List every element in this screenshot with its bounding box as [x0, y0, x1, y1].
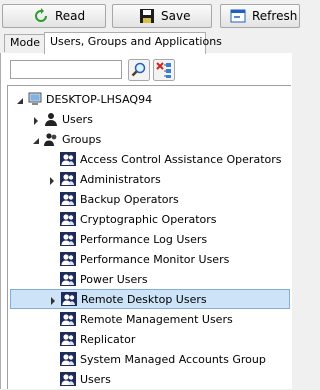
- tree-label-group: Remote Management Users: [80, 312, 233, 326]
- toolbar: Read Save Refresh: [0, 0, 300, 32]
- user-folder-icon: [43, 111, 59, 127]
- refresh-green-icon: [33, 8, 49, 24]
- tree-label-group: Backup Operators: [80, 192, 179, 206]
- group-icon: [59, 331, 77, 347]
- tree-label-group: Users: [80, 372, 111, 386]
- tree-node-users[interactable]: Users: [32, 109, 93, 129]
- tree-label-group: Cryptographic Operators: [80, 212, 217, 226]
- search-button[interactable]: [128, 59, 150, 81]
- tree-node-group[interactable]: Replicator: [48, 329, 135, 349]
- tree-label-group: Replicator: [80, 332, 136, 346]
- tree-label-group: Access Control Assistance Operators: [80, 152, 282, 166]
- tree-node-group[interactable]: System Managed Accounts Group: [48, 349, 266, 369]
- refresh-label: Refresh: [252, 9, 298, 23]
- group-icon: [59, 351, 77, 367]
- clear-filter-button[interactable]: [153, 59, 175, 81]
- tab-mode[interactable]: Mode: [4, 34, 45, 52]
- tree-label-group: System Managed Accounts Group: [80, 352, 266, 366]
- read-button[interactable]: Read: [2, 4, 106, 28]
- group-icon: [59, 191, 77, 207]
- tree-label-group: Power Users: [80, 272, 148, 286]
- tree-node-group[interactable]: Administrators: [48, 169, 161, 189]
- search-input[interactable]: [10, 60, 122, 79]
- tab-panel: DESKTOP-LHSAQ94 Users Groups Access Cont…: [0, 53, 292, 389]
- tree-node-group[interactable]: Performance Log Users: [48, 229, 207, 249]
- group-icon: [59, 371, 77, 387]
- refresh-button[interactable]: Refresh: [220, 4, 300, 28]
- tree-label-computer: DESKTOP-LHSAQ94: [46, 92, 153, 106]
- read-label: Read: [55, 9, 86, 23]
- group-folder-icon: [43, 131, 59, 147]
- collapse-arrow-icon[interactable]: [32, 135, 40, 144]
- save-label: Save: [161, 9, 191, 23]
- group-icon: [59, 171, 77, 187]
- refresh-window-icon: [230, 8, 246, 24]
- tree-node-group[interactable]: Remote Desktop Users: [10, 289, 290, 309]
- tab-strip: Mode Users, Groups and Applications: [0, 32, 292, 54]
- tree-node-computer[interactable]: DESKTOP-LHSAQ94: [16, 89, 152, 109]
- group-icon: [59, 231, 77, 247]
- tree-label-groups: Groups: [62, 132, 102, 146]
- tree-label-group: Performance Monitor Users: [80, 252, 230, 266]
- collapse-arrow-icon[interactable]: [16, 95, 24, 104]
- save-button[interactable]: Save: [112, 4, 212, 28]
- group-icon: [59, 311, 77, 327]
- tree-node-group[interactable]: Cryptographic Operators: [48, 209, 217, 229]
- tree-label-group: Administrators: [80, 172, 161, 186]
- computer-icon: [27, 91, 43, 107]
- magnifier-icon: [128, 59, 150, 84]
- expand-arrow-icon[interactable]: [32, 115, 40, 125]
- tree-view[interactable]: DESKTOP-LHSAQ94 Users Groups Access Cont…: [7, 85, 291, 389]
- tree-node-group[interactable]: Backup Operators: [48, 189, 179, 209]
- group-icon: [59, 211, 77, 227]
- clear-filter-icon: [153, 59, 175, 84]
- tree-label-users: Users: [62, 112, 93, 126]
- tree-node-group[interactable]: Power Users: [48, 269, 148, 289]
- tree-node-group[interactable]: Performance Monitor Users: [48, 249, 229, 269]
- floppy-disk-icon: [139, 8, 155, 24]
- tree-node-group[interactable]: Users: [48, 369, 111, 389]
- tree-node-groups[interactable]: Groups: [32, 129, 101, 149]
- tree-label-group: Remote Desktop Users: [81, 292, 207, 306]
- tree-node-group[interactable]: Access Control Assistance Operators: [48, 149, 282, 169]
- expand-arrow-icon[interactable]: [49, 295, 57, 305]
- group-icon: [59, 271, 77, 287]
- group-icon: [59, 251, 77, 267]
- group-icon: [59, 151, 77, 167]
- expand-arrow-icon[interactable]: [48, 175, 56, 185]
- group-icon: [60, 291, 78, 307]
- tree-node-group[interactable]: Remote Management Users: [48, 309, 233, 329]
- tab-users-groups-applications[interactable]: Users, Groups and Applications: [44, 32, 222, 54]
- tree-label-group: Performance Log Users: [80, 232, 208, 246]
